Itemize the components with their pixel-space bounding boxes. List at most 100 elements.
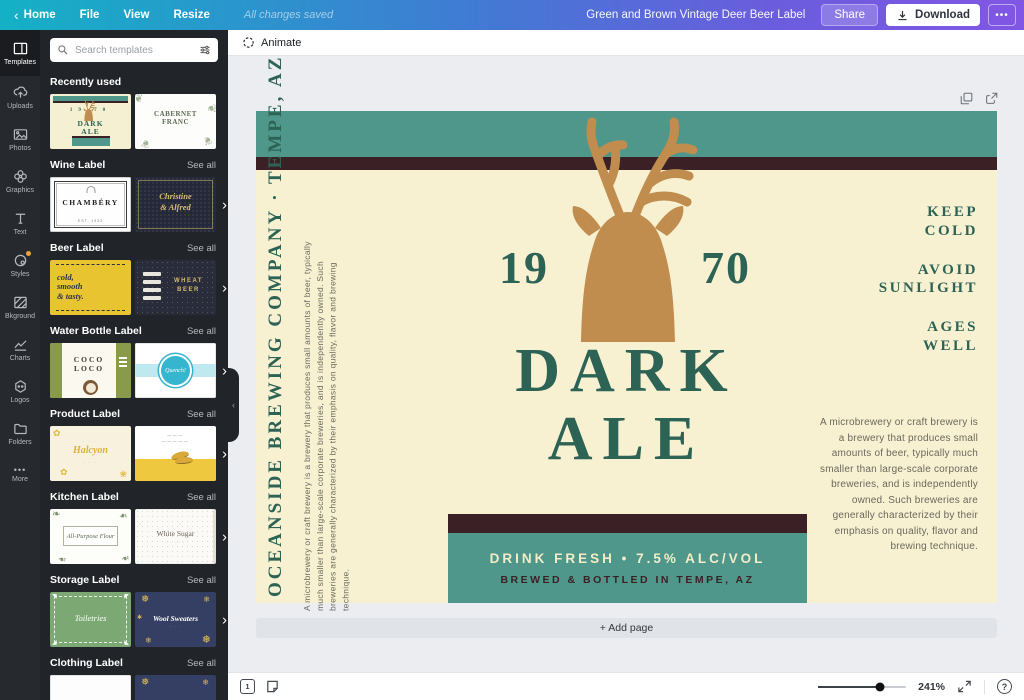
snowflake-icon: ❅	[202, 633, 211, 646]
template-thumb-coco-loco[interactable]: COCO LOCO	[50, 343, 131, 398]
sidebar-item-charts[interactable]: Charts	[0, 328, 40, 370]
year-left-text[interactable]: 19	[499, 241, 549, 294]
sidebar-label: Text	[14, 229, 27, 236]
template-thumb-dark-ale[interactable]: 19 70 DARK ALE	[50, 94, 131, 149]
template-thumb-chambery[interactable]: CHAMBÉRY EST. 1932	[50, 177, 131, 232]
template-thumb-cabernet-franc[interactable]: ❦ ❦ ❦ ❦ CABERNET FRANC	[135, 94, 216, 149]
file-menu[interactable]: File	[80, 9, 100, 21]
zoom-slider[interactable]	[818, 686, 906, 688]
zoom-slider-knob[interactable]	[875, 682, 884, 691]
see-all-link[interactable]: See all	[187, 492, 216, 503]
row-scroll-chevron-icon[interactable]: ›	[222, 362, 227, 379]
thumb-title: Quench!	[165, 368, 186, 374]
page-manager-button[interactable]: 1	[240, 679, 255, 694]
document-title[interactable]: Green and Brown Vintage Deer Beer Label	[586, 9, 805, 21]
share-button[interactable]: Share	[821, 4, 878, 26]
template-thumb-halcyon[interactable]: ✿ ✿ ❀ · · · Halcyon · · ·	[50, 426, 131, 481]
footer-line2-text[interactable]: BREWED & BOTTLED IN TEMPE, AZ	[500, 574, 754, 586]
sidebar-item-text[interactable]: Text	[0, 202, 40, 244]
see-all-link[interactable]: See all	[187, 160, 216, 171]
side-notes[interactable]: KEEP COLD AVOID SUNLIGHT AGES WELL	[879, 203, 978, 376]
template-thumb-wool-sweaters[interactable]: ❅ ❄ ❄ ❅ ✱ Wool Sweaters · · ·	[135, 592, 216, 647]
zoom-percent[interactable]: 241%	[918, 681, 945, 693]
help-button[interactable]: ?	[997, 679, 1012, 694]
row-scroll-chevron-icon[interactable]: ›	[222, 196, 227, 213]
sidebar-item-styles[interactable]: Styles	[0, 244, 40, 286]
leaf-ornament: ❦	[139, 136, 152, 149]
download-icon	[896, 9, 909, 22]
sidebar-label: Folders	[8, 439, 31, 446]
home-menu[interactable]: ‹ Home	[14, 8, 56, 22]
row-scroll-chevron-icon[interactable]: ›	[222, 445, 227, 462]
template-thumb-clothing-1[interactable]	[50, 675, 131, 700]
template-thumb-all-purpose-flour[interactable]: ❧ ❧ ❧ ❧ All-Purpose Flour	[50, 509, 131, 564]
sidebar-label: Logos	[10, 397, 29, 404]
section-header-kitchen-label: Kitchen Label See all	[40, 481, 228, 509]
sidebar-item-folders[interactable]: Folders	[0, 412, 40, 454]
more-options-button[interactable]: •••	[988, 4, 1016, 26]
sidebar-item-logos[interactable]: Logos	[0, 370, 40, 412]
template-thumb-wheat-beer[interactable]: WHEAT BEER	[135, 260, 216, 315]
snowflake-icon: ❄	[202, 678, 209, 687]
help-icon: ?	[1002, 682, 1008, 692]
body-paragraph-text[interactable]: A microbrewery or craft brewery is a bre…	[814, 415, 978, 555]
notes-icon[interactable]	[265, 679, 280, 694]
template-thumb-clothing-2[interactable]: ❅ ❄	[135, 675, 216, 700]
sidebar-item-photos[interactable]: Photos	[0, 118, 40, 160]
template-thumb-toiletries[interactable]: ◥ ◤ ◢ ◣ Toiletries	[50, 592, 131, 647]
view-menu[interactable]: View	[123, 9, 149, 21]
leaf-ornament: ❦	[201, 133, 214, 148]
note-keep-cold[interactable]: KEEP COLD	[879, 203, 978, 241]
styles-palette-icon	[13, 253, 28, 268]
sidebar-item-templates[interactable]: Templates	[0, 30, 40, 76]
sidebar-label: Uploads	[7, 103, 33, 110]
see-all-link[interactable]: See all	[187, 658, 216, 669]
see-all-link[interactable]: See all	[187, 243, 216, 254]
see-all-link[interactable]: See all	[187, 409, 216, 420]
filter-icon[interactable]	[199, 44, 211, 56]
panel-collapse-handle[interactable]: ‹	[228, 368, 239, 442]
section-title: Beer Label	[50, 242, 104, 254]
note-avoid-sunlight[interactable]: AVOID SUNLIGHT	[879, 261, 978, 299]
leaf-ornament: ❧	[58, 553, 66, 564]
duplicate-page-icon[interactable]	[960, 92, 973, 105]
export-page-icon[interactable]	[985, 92, 998, 105]
beer-label-row: cold, smooth & tasty. WHEAT BEER ›	[40, 260, 228, 315]
download-button[interactable]: Download	[886, 4, 980, 26]
sidebar-item-background[interactable]: Bkground	[0, 286, 40, 328]
thumb-title: Halcyon	[50, 445, 131, 456]
see-all-link[interactable]: See all	[187, 575, 216, 586]
template-thumb-white-sugar[interactable]: White Sugar · · · · ·	[135, 509, 216, 564]
row-scroll-chevron-icon[interactable]: ›	[222, 528, 227, 545]
animate-button[interactable]: Animate	[261, 37, 301, 49]
deer-illustration[interactable]	[545, 114, 750, 342]
footer-block[interactable]: DRINK FRESH • 7.5% ALC/VOL BREWED & BOTT…	[448, 514, 807, 603]
footer-line1-text[interactable]: DRINK FRESH • 7.5% ALC/VOL	[490, 551, 766, 566]
leaf-ornament: ❧	[119, 511, 127, 522]
template-thumb-christine-alfred[interactable]: Christine & Alfred	[135, 177, 216, 232]
search-input[interactable]	[75, 45, 193, 56]
design-page[interactable]: 19 70 OCEANSIDE BREWING COMPANY · TEMPE,…	[256, 111, 997, 603]
thumb-caption: ———	[135, 432, 216, 437]
thumb-title: CHAMBÉRY	[50, 198, 131, 207]
add-page-label: + Add page	[600, 622, 653, 634]
see-all-link[interactable]: See all	[187, 326, 216, 337]
collapse-chevron-icon: ‹	[232, 400, 235, 410]
template-thumb-cold-smooth-tasty[interactable]: cold, smooth & tasty.	[50, 260, 131, 315]
note-ages-well[interactable]: AGES WELL	[879, 318, 978, 356]
sidebar-item-more[interactable]: ••• More	[0, 454, 40, 496]
search-box[interactable]	[50, 38, 218, 62]
canvas-workspace[interactable]: 19 70 OCEANSIDE BREWING COMPANY · TEMPE,…	[228, 56, 1024, 672]
sidebar-item-graphics[interactable]: Graphics	[0, 160, 40, 202]
photos-icon	[13, 127, 28, 142]
add-page-button[interactable]: + Add page	[256, 618, 997, 638]
sidebar-label: Charts	[10, 355, 31, 362]
row-scroll-chevron-icon[interactable]: ›	[222, 611, 227, 628]
top-bar: ‹ Home File View Resize All changes save…	[0, 0, 1024, 30]
row-scroll-chevron-icon[interactable]: ›	[222, 279, 227, 296]
template-thumb-honey[interactable]: ——— —————	[135, 426, 216, 481]
template-thumb-quench[interactable]: Quench!	[135, 343, 216, 398]
resize-menu[interactable]: Resize	[173, 9, 209, 21]
fullscreen-icon[interactable]	[957, 679, 972, 694]
sidebar-item-uploads[interactable]: Uploads	[0, 76, 40, 118]
